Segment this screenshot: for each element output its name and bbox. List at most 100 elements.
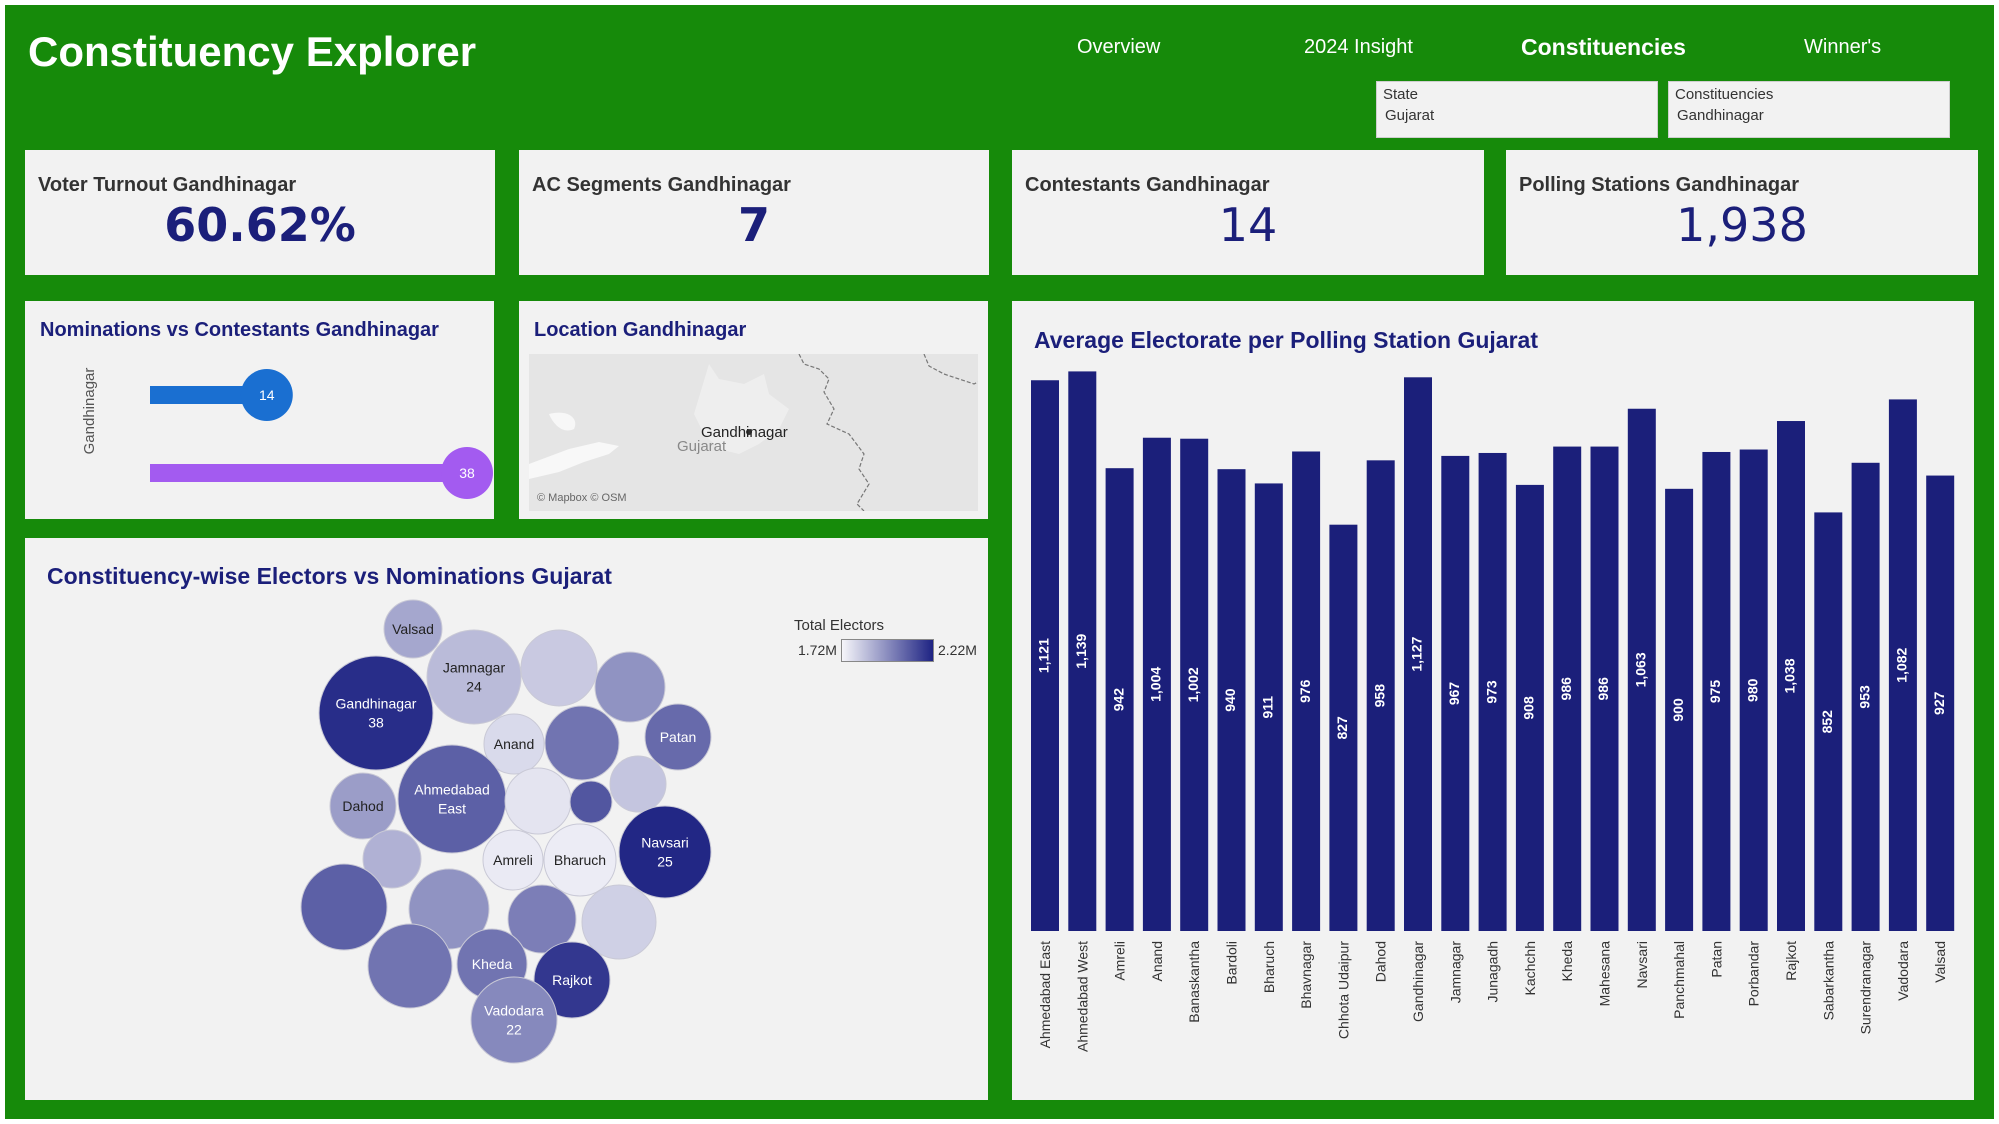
state-filter[interactable]: State Gujarat: [1376, 81, 1658, 138]
bar-value-label: 1,139: [1073, 633, 1089, 668]
bubble[interactable]: [569, 780, 613, 824]
bubble-label: Ahmedabad: [414, 782, 490, 798]
kpi-contestants-label: Contestants Gandhinagar: [1025, 174, 1270, 196]
bar-value-label: 1,038: [1782, 658, 1798, 693]
nav-constituencies[interactable]: Constituencies: [1521, 34, 1686, 61]
category-label: Rajkot: [1783, 941, 1799, 981]
category-label: Surendranagar: [1858, 941, 1874, 1035]
bar-value-label: 980: [1744, 678, 1760, 702]
contestants-value-label: 14: [259, 387, 275, 403]
kpi-voter-turnout-label: Voter Turnout Gandhinagar: [38, 174, 297, 196]
bubble-circle[interactable]: [618, 805, 712, 899]
state-filter-label: State: [1383, 86, 1419, 103]
category-label: Kheda: [1559, 941, 1575, 982]
bar-value-label: 927: [1931, 691, 1947, 715]
category-label: Ahmedabad East: [1037, 941, 1053, 1049]
bubble[interactable]: Navsari 25: [618, 805, 712, 899]
bar-value-label: 986: [1595, 677, 1611, 701]
bubble-circle[interactable]: [367, 923, 453, 1009]
bubble[interactable]: [594, 651, 666, 723]
bubble-circle[interactable]: [569, 780, 613, 824]
bubble[interactable]: Vadodara 22: [470, 976, 558, 1064]
bubble[interactable]: Gandhinagar 38: [318, 655, 434, 771]
nominations-bar: [150, 464, 467, 482]
bubble-label: Amreli: [493, 852, 533, 868]
category-label: Bhavnagar: [1298, 941, 1314, 1009]
bubble-circle[interactable]: [397, 744, 507, 854]
bar-chart: 1,121 Ahmedabad East 1,139 Ahmedabad West 94…: [1031, 371, 1955, 1052]
bubble-circle[interactable]: [520, 629, 598, 707]
map-attribution: © Mapbox © OSM: [537, 492, 627, 504]
category-label: Sabarkantha: [1820, 941, 1836, 1021]
bar-value-label: 942: [1110, 688, 1126, 712]
nav-winners[interactable]: Winner's: [1804, 36, 1881, 59]
bubble[interactable]: Valsad: [383, 599, 443, 659]
kpi-polling-stations-label: Polling Stations Gandhinagar: [1519, 174, 1800, 196]
bubble[interactable]: [609, 755, 667, 813]
bar-value-label: 976: [1297, 679, 1313, 703]
bubble[interactable]: [300, 863, 388, 951]
category-label: Kachchh: [1522, 941, 1538, 995]
bubble-chart: Valsad Jamnagar 24 Gandhinagar 38 Anand Patan D…: [300, 599, 712, 1064]
bar-value-label: 940: [1222, 688, 1238, 712]
nominations-value-label: 38: [459, 465, 475, 481]
bubble[interactable]: [520, 629, 598, 707]
constituency-filter[interactable]: Constituencies Gandhinagar: [1668, 81, 1950, 138]
bar-value-label: 986: [1558, 677, 1574, 701]
category-label: Mahesana: [1597, 941, 1613, 1007]
bar-value-label: 1,082: [1894, 647, 1910, 682]
kpi-voter-turnout-value: 60.62%: [164, 198, 356, 252]
map-state-label: Gujarat: [677, 438, 727, 455]
category-label: Ahmedabad West: [1074, 941, 1090, 1052]
bubble-label: Gandhinagar: [336, 696, 417, 712]
bubble[interactable]: Patan: [644, 703, 712, 771]
bar-value-label: 852: [1819, 710, 1835, 734]
bubble-circle[interactable]: [594, 651, 666, 723]
bubble-circle[interactable]: [470, 976, 558, 1064]
bubble-label: Navsari: [641, 835, 688, 851]
kpi-polling-stations: Polling Stations Gandhinagar 1,938: [1506, 150, 1978, 275]
bubble-circle[interactable]: [426, 629, 522, 725]
nav-2024-insight[interactable]: 2024 Insight: [1304, 36, 1413, 59]
bar-value-label: 900: [1670, 698, 1686, 722]
bubble-label: 22: [506, 1022, 522, 1038]
nominations-chart: Gandhinagar 14 38: [81, 368, 493, 499]
bar-card: Average Electorate per Polling Station G…: [1012, 301, 1974, 1100]
kpi-contestants-value: 14: [1218, 198, 1278, 252]
bubble[interactable]: [544, 705, 620, 781]
bubble[interactable]: [504, 767, 572, 835]
bubble-label: Jamnagar: [443, 660, 506, 676]
bubble[interactable]: Dahod: [329, 772, 397, 840]
bubble-label: Rajkot: [552, 972, 592, 988]
bubble-label: Anand: [494, 736, 534, 752]
app-title: Constituency Explorer: [28, 28, 477, 75]
kpi-contestants: Contestants Gandhinagar 14: [1012, 150, 1484, 275]
category-label: Amreli: [1112, 941, 1128, 981]
bubble-label: Patan: [660, 729, 697, 745]
bubble-circle[interactable]: [504, 767, 572, 835]
bubble[interactable]: Amreli: [482, 829, 544, 891]
location-title: Location Gandhinagar: [534, 319, 747, 341]
constituency-filter-label: Constituencies: [1675, 86, 1774, 103]
location-card: Location Gandhinagar Gandhinagar Gujarat…: [519, 301, 988, 519]
bubble-circle[interactable]: [318, 655, 434, 771]
bubble[interactable]: Jamnagar 24: [426, 629, 522, 725]
bubble-label: Dahod: [342, 798, 383, 814]
kpi-polling-stations-value: 1,938: [1676, 198, 1808, 252]
bar-value-label: 975: [1707, 680, 1723, 704]
bubble[interactable]: [367, 923, 453, 1009]
bubble[interactable]: Bharuch: [543, 823, 617, 897]
constituency-filter-value: Gandhinagar: [1677, 107, 1764, 124]
nav-overview[interactable]: Overview: [1077, 36, 1160, 59]
bubble[interactable]: Ahmedabad East: [397, 744, 507, 854]
category-label: Chhota Udaipur: [1335, 941, 1351, 1039]
bubble-circle[interactable]: [544, 705, 620, 781]
state-filter-value: Gujarat: [1385, 107, 1435, 124]
bubble-label: East: [438, 801, 466, 817]
kpi-ac-segments-label: AC Segments Gandhinagar: [532, 174, 791, 196]
category-label: Bardoli: [1224, 941, 1240, 985]
category-label: Panchmahal: [1671, 941, 1687, 1019]
location-map[interactable]: Gandhinagar Gujarat © Mapbox © OSM: [529, 354, 978, 511]
bubble-circle[interactable]: [609, 755, 667, 813]
bubble-circle[interactable]: [300, 863, 388, 951]
